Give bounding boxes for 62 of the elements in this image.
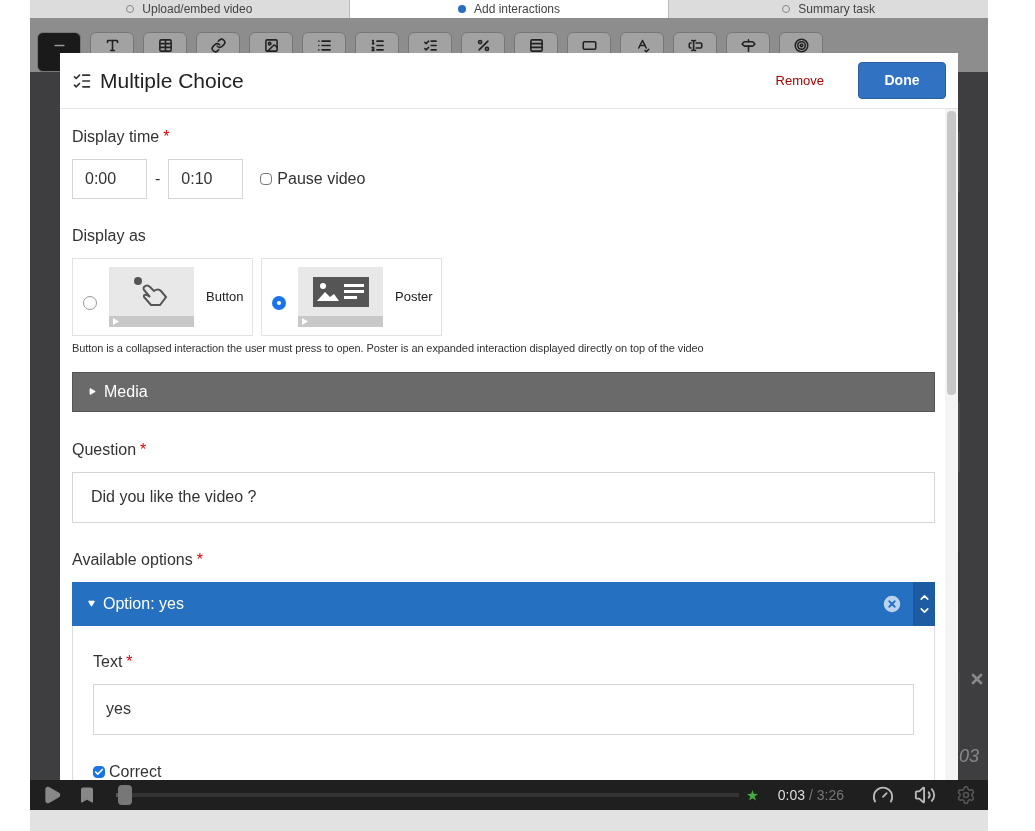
remove-link[interactable]: Remove bbox=[775, 70, 824, 91]
step-tab[interactable]: Summary task bbox=[668, 0, 988, 18]
remove-icon[interactable] bbox=[881, 592, 903, 615]
field-label: Display as bbox=[72, 226, 147, 246]
field-label: Question * bbox=[72, 439, 148, 460]
volume-icon[interactable] bbox=[914, 784, 936, 806]
display-option-card[interactable]: Poster bbox=[261, 258, 442, 336]
star-icon bbox=[746, 789, 758, 801]
step-tab[interactable]: Add interactions bbox=[348, 0, 669, 18]
button-thumbnail-icon bbox=[109, 267, 194, 327]
current-time: 0:03 bbox=[777, 786, 806, 803]
radio-button[interactable] bbox=[272, 296, 286, 310]
list-icon bbox=[316, 38, 332, 53]
required-mark: * bbox=[140, 440, 147, 458]
checkbox-label: Pause video bbox=[277, 169, 366, 189]
link-icon bbox=[210, 38, 226, 53]
field-label: Display time * bbox=[72, 127, 171, 147]
table-icon bbox=[157, 38, 173, 53]
list-icon bbox=[369, 38, 385, 53]
time-separator: - bbox=[155, 169, 161, 189]
step-tab[interactable]: Upload/embed video bbox=[30, 0, 349, 18]
display-option-card[interactable]: Button bbox=[72, 258, 253, 336]
option-text-field[interactable]: yes bbox=[93, 683, 914, 735]
required-mark: * bbox=[196, 550, 203, 568]
field-label: Available options * bbox=[72, 549, 204, 570]
caret-icon bbox=[89, 388, 96, 395]
image-icon bbox=[263, 38, 279, 53]
media-section-header[interactable]: Media bbox=[72, 371, 935, 412]
bookmark-icon[interactable] bbox=[78, 786, 96, 804]
target-icon bbox=[793, 38, 809, 53]
start-time-field[interactable]: 0:00 bbox=[72, 159, 147, 199]
field-label: Text * bbox=[93, 651, 134, 672]
duration-time: / 3:26 bbox=[808, 786, 844, 803]
text-input-icon bbox=[687, 38, 703, 53]
signpost-icon bbox=[740, 38, 756, 53]
required-mark: * bbox=[126, 652, 133, 670]
checkbox-label: Correct bbox=[109, 761, 162, 780]
seek-bar[interactable] bbox=[116, 785, 739, 805]
close-icon[interactable] bbox=[969, 671, 985, 687]
overlay-text: 03 bbox=[959, 745, 980, 768]
question-field[interactable]: Did you like the video ? bbox=[72, 471, 935, 523]
play-icon[interactable] bbox=[42, 785, 62, 805]
pause-checkbox[interactable] bbox=[260, 173, 273, 185]
option-header[interactable]: Option: yes bbox=[72, 581, 935, 626]
dialog-title: Multiple Choice bbox=[100, 67, 244, 94]
required-mark: * bbox=[163, 128, 170, 145]
done-button[interactable]: Done bbox=[858, 62, 946, 99]
reorder-control[interactable] bbox=[913, 581, 935, 626]
frame-icon bbox=[581, 38, 597, 53]
option-label: Button bbox=[206, 288, 244, 307]
scrollbar[interactable] bbox=[945, 109, 958, 780]
option-title: Option: yes bbox=[103, 593, 184, 614]
poster-thumbnail-icon bbox=[298, 267, 383, 327]
seek-handle[interactable] bbox=[118, 785, 133, 805]
radio-button[interactable] bbox=[83, 296, 97, 310]
text-icon bbox=[104, 38, 120, 53]
end-time-field[interactable]: 0:10 bbox=[168, 159, 244, 199]
checklist-icon bbox=[422, 38, 438, 53]
caret-icon bbox=[88, 600, 95, 607]
help-text: Button is a collapsed interaction the user must press to open. Poster is an expanded interaction displayed directly on top of the video bbox=[72, 341, 705, 356]
option-label: Poster bbox=[395, 288, 433, 307]
correct-checkbox[interactable] bbox=[93, 765, 105, 778]
